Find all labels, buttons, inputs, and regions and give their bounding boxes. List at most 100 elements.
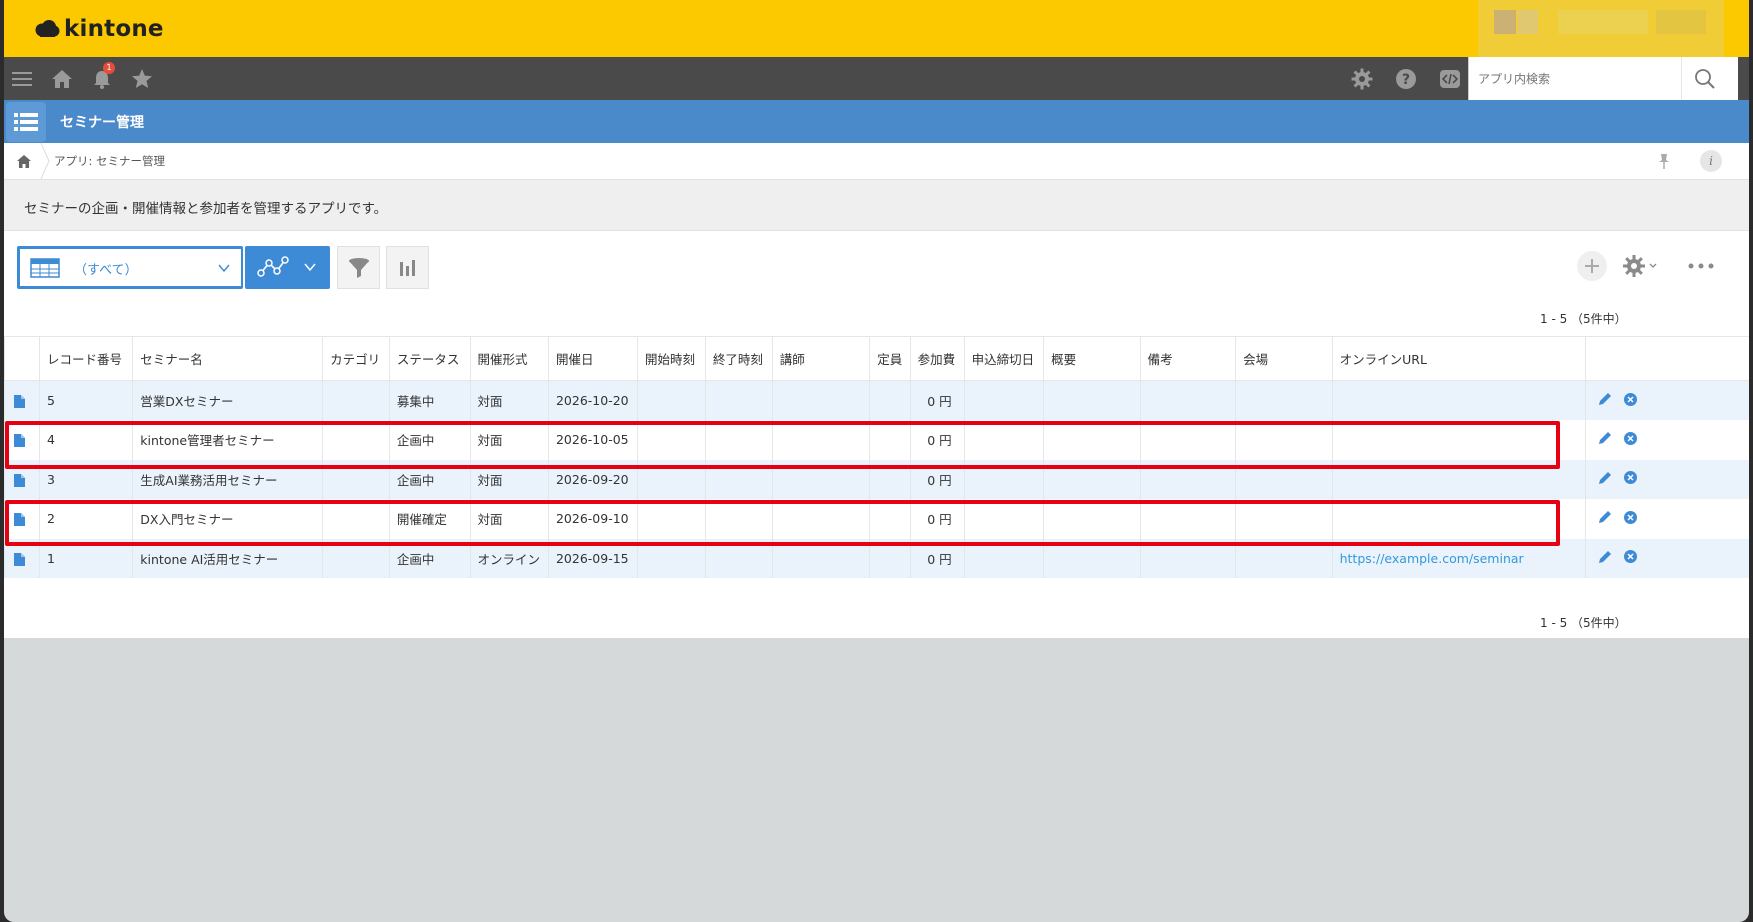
app-title[interactable]: セミナー管理 xyxy=(60,112,144,132)
app-list-icon[interactable] xyxy=(6,102,46,142)
code-icon[interactable] xyxy=(1436,65,1464,93)
column-header[interactable]: 申込締切日 xyxy=(963,336,1044,381)
table-row[interactable]: 4 kintone管理者セミナー 企画中 対面 2026-10-05 0 円 xyxy=(4,420,1749,460)
record-detail-cell[interactable] xyxy=(4,420,40,460)
record-detail-cell[interactable] xyxy=(4,538,40,578)
cell-name: DX入門セミナー xyxy=(132,499,323,539)
more-options-button[interactable] xyxy=(1684,251,1718,281)
row-filler xyxy=(1650,538,1749,578)
column-header[interactable]: 定員 xyxy=(869,336,911,381)
add-record-button[interactable] xyxy=(1577,251,1607,281)
pencil-icon[interactable] xyxy=(1598,550,1612,567)
cell-url xyxy=(1331,420,1586,460)
cell-summary xyxy=(1043,499,1141,539)
star-icon[interactable] xyxy=(128,65,156,93)
kintone-logo[interactable]: kintone xyxy=(34,14,164,44)
avatar xyxy=(1494,10,1516,34)
info-icon[interactable]: i xyxy=(1700,150,1722,172)
online-url-link[interactable]: https://example.com/seminar xyxy=(1340,551,1524,566)
cell-date: 2026-09-15 xyxy=(547,538,638,578)
help-icon[interactable]: ? xyxy=(1392,65,1420,93)
cell-id: 4 xyxy=(38,420,133,460)
cell-notes xyxy=(1139,459,1236,499)
column-header[interactable]: セミナー名 xyxy=(132,336,323,381)
cell-fee: 0 円 xyxy=(909,380,965,420)
app-settings-button[interactable] xyxy=(1620,251,1664,281)
view-selector-body: （すべて） xyxy=(20,249,241,286)
table-row[interactable]: 5 営業DXセミナー 募集中 対面 2026-10-20 0 円 xyxy=(4,380,1749,420)
record-detail-cell[interactable] xyxy=(4,380,40,420)
breadcrumb-app-link[interactable]: アプリ: セミナー管理 xyxy=(54,153,165,169)
cell-name: 営業DXセミナー xyxy=(132,380,323,420)
pencil-icon[interactable] xyxy=(1598,471,1612,488)
close-circle-icon[interactable] xyxy=(1624,471,1638,487)
column-header[interactable]: 終了時刻 xyxy=(704,336,773,381)
cell-format: 対面 xyxy=(469,420,549,460)
search-button[interactable] xyxy=(1681,57,1727,100)
cell-id: 1 xyxy=(38,538,133,578)
cell-category xyxy=(322,459,390,499)
row-filler xyxy=(1650,499,1749,539)
column-header[interactable]: カテゴリ xyxy=(322,336,390,381)
record-detail-cell[interactable] xyxy=(4,459,40,499)
cell-notes xyxy=(1139,499,1236,539)
kintone-cloud-icon xyxy=(35,20,60,37)
table-row[interactable]: 2 DX入門セミナー 開催確定 対面 2026-09-10 0 円 xyxy=(4,499,1749,539)
graph-selector-button[interactable] xyxy=(245,246,330,289)
cell-lecturer xyxy=(771,538,870,578)
column-header[interactable]: 会場 xyxy=(1235,336,1333,381)
cell-format: オンライン xyxy=(469,538,549,578)
column-header[interactable]: レコード番号 xyxy=(38,336,133,381)
column-header[interactable]: 参加費 xyxy=(909,336,965,381)
view-selector[interactable]: （すべて） xyxy=(17,246,243,289)
row-actions xyxy=(1585,499,1651,539)
home-icon[interactable] xyxy=(48,65,76,93)
column-header[interactable]: 講師 xyxy=(771,336,870,381)
column-header[interactable]: 備考 xyxy=(1139,336,1236,381)
close-circle-icon[interactable] xyxy=(1624,510,1638,527)
breadcrumb-home-icon[interactable] xyxy=(10,151,38,171)
cell-notes xyxy=(1139,420,1236,460)
document-icon[interactable] xyxy=(14,513,25,527)
breadcrumb: アプリ: セミナー管理 i xyxy=(4,143,1749,179)
column-header[interactable]: 概要 xyxy=(1043,336,1141,381)
close-circle-icon[interactable] xyxy=(1624,550,1638,566)
chevron-down-icon xyxy=(218,264,230,273)
table-row[interactable]: 1 kintone AI活用セミナー 企画中 オンライン 2026-09-15 0 円 ht… xyxy=(4,538,1749,578)
table-row[interactable]: 3 生成AI業務活用セミナー 企画中 対面 2026-09-20 0 円 xyxy=(4,459,1749,499)
document-icon[interactable] xyxy=(14,552,25,566)
document-icon[interactable] xyxy=(14,395,25,408)
column-header[interactable]: 開始時刻 xyxy=(637,336,706,381)
cell-category xyxy=(322,538,390,578)
pencil-icon[interactable] xyxy=(1598,431,1612,448)
record-table-body: 5 営業DXセミナー 募集中 対面 2026-10-20 0 円 4 kintone管理者セミ… xyxy=(4,380,1749,578)
chart-button[interactable] xyxy=(386,246,429,289)
pencil-icon[interactable] xyxy=(1598,392,1612,409)
column-header[interactable]: 開催形式 xyxy=(469,336,549,381)
document-icon[interactable] xyxy=(14,434,25,448)
cell-date: 2026-09-20 xyxy=(547,459,638,499)
cell-venue xyxy=(1235,420,1333,460)
hamburger-icon[interactable] xyxy=(8,65,36,93)
search-input[interactable] xyxy=(1469,57,1679,100)
column-header[interactable]: オンラインURL xyxy=(1331,336,1586,381)
close-circle-icon[interactable] xyxy=(1624,392,1638,409)
cell-date: 2026-09-10 xyxy=(547,499,638,539)
cell-deadline xyxy=(963,380,1044,420)
column-header[interactable]: 開催日 xyxy=(547,336,638,381)
filter-button[interactable] xyxy=(337,246,380,289)
kintone-window: kintone 1 ? アプリ内検索 セミナー管理 アプリ: セミナー管理 i … xyxy=(4,0,1749,922)
row-filler xyxy=(1650,420,1749,460)
cell-format: 対面 xyxy=(469,380,549,420)
gear-icon[interactable] xyxy=(1348,65,1376,93)
user-menu[interactable] xyxy=(1478,0,1724,57)
column-header[interactable]: ステータス xyxy=(388,336,470,381)
cell-start xyxy=(637,459,706,499)
document-icon[interactable] xyxy=(14,473,25,487)
pin-icon[interactable] xyxy=(1656,152,1672,170)
cell-capacity xyxy=(869,499,911,539)
pencil-icon[interactable] xyxy=(1598,510,1612,527)
close-circle-icon[interactable] xyxy=(1624,431,1638,448)
record-detail-cell[interactable] xyxy=(4,499,40,539)
bell-icon[interactable]: 1 xyxy=(88,62,116,93)
